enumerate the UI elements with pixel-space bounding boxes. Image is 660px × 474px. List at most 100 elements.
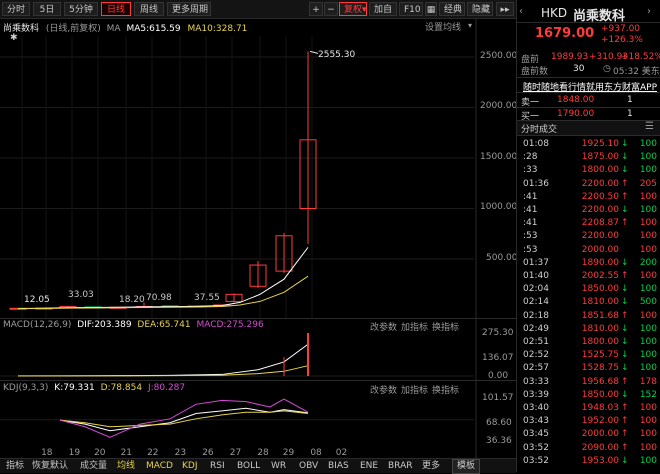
trade-time: :28 xyxy=(523,152,538,163)
period-tab-more[interactable]: 更多周期 xyxy=(167,2,211,16)
price-label-low: 12.05 xyxy=(24,295,50,305)
trade-row: 01:37 1890.00 ↓ 200 xyxy=(521,257,657,270)
trade-row: 02:51 1800.00 ↓ 100 xyxy=(521,336,657,349)
kdj-add-indicator-link[interactable]: 加指标 xyxy=(401,383,428,396)
divider xyxy=(517,22,660,23)
trade-time: 03:52 xyxy=(523,455,549,466)
period-tab-weekly[interactable]: 周线 xyxy=(134,2,164,16)
trade-time: 03:43 xyxy=(523,416,549,427)
trade-time: 03:33 xyxy=(523,376,549,387)
trade-row: 01:08 1925.10 ↓ 100 xyxy=(521,138,657,151)
trade-time: 03:39 xyxy=(523,389,549,400)
wr-tab[interactable]: WR xyxy=(271,460,286,472)
trade-volume: 100 xyxy=(639,205,657,215)
trade-volume: 100 xyxy=(639,429,657,440)
trade-volume: 100 xyxy=(639,363,657,374)
back-chevron-icon[interactable]: ‹ xyxy=(519,6,523,17)
collapse-icon[interactable]: ▸▸ xyxy=(496,2,514,16)
indicator-bar: 指标 恢复默认 成交量 均线 MACD KDJ RSI BOLL WR OBV … xyxy=(0,458,516,474)
add-watch-button[interactable]: 加自 xyxy=(369,2,397,16)
classic-button[interactable]: 经典 xyxy=(439,2,465,16)
kdj-y-tick: 101.57 xyxy=(482,393,514,403)
grid-icon[interactable]: ▦ xyxy=(425,2,437,16)
trade-time: 01:36 xyxy=(523,178,549,189)
zoom-in-button[interactable]: + xyxy=(309,2,323,16)
macd-edit-params-link[interactable]: 改参数 xyxy=(370,320,397,333)
f10-button[interactable]: F10 xyxy=(399,2,423,16)
macd-add-indicator-link[interactable]: 加指标 xyxy=(401,320,428,333)
obv-tab[interactable]: OBV xyxy=(299,460,318,472)
kdj-y-tick: 36.36 xyxy=(486,436,512,446)
trade-price: 1925.10 xyxy=(581,139,619,149)
trade-row: 01:36 2200.00 ↑ 205 xyxy=(521,178,657,191)
last-price: 1679.00 xyxy=(535,26,595,41)
trade-row: 01:40 2002.55 ↑ 100 xyxy=(521,270,657,283)
trade-volume: 100 xyxy=(639,442,657,453)
kdj-edit-params-link[interactable]: 改参数 xyxy=(370,383,397,396)
period-toolbar: 分时 5日 5分钟 日线 周线 更多周期 + − 复权▾ 加自 F10 ▦ 经典… xyxy=(0,0,516,19)
adjust-dropdown[interactable]: 复权▾ xyxy=(339,2,367,16)
trade-price: 2200.00 xyxy=(581,178,619,189)
price-label: 33.03 xyxy=(68,290,94,300)
max-price-label: 2555.30 xyxy=(318,50,356,60)
trade-price: 1850.00 xyxy=(581,284,619,295)
restore-default-tab[interactable]: 恢复默认 xyxy=(32,460,68,472)
trade-row: 03:52 1953.00 ↓ 100 xyxy=(521,455,657,468)
x-tick: 26 xyxy=(202,448,214,458)
kdj-switch-indicator-link[interactable]: 换指标 xyxy=(432,383,459,396)
trade-row: 03:33 1956.68 ↑ 178 xyxy=(521,376,657,389)
panel-divider xyxy=(0,318,516,319)
trade-volume: 152 xyxy=(639,389,657,400)
period-tab-5min[interactable]: 5分钟 xyxy=(64,2,98,16)
bid1-volume: 1 xyxy=(627,109,633,119)
period-tab-5day[interactable]: 5日 xyxy=(33,2,61,16)
trade-volume: 100 xyxy=(639,271,657,281)
ene-tab[interactable]: ENE xyxy=(360,460,378,472)
trade-row: :53 2000.00 100 xyxy=(521,244,657,257)
k-value: K:79.331 xyxy=(54,383,95,393)
trade-time: 03:45 xyxy=(523,429,549,440)
macd-tab[interactable]: MACD xyxy=(146,460,173,472)
volume-tab[interactable]: 成交量 xyxy=(80,460,107,472)
trade-price: 1850.00 xyxy=(581,389,619,400)
divider xyxy=(517,77,660,78)
x-tick: 02 xyxy=(335,448,348,458)
trade-price: 1810.00 xyxy=(581,297,619,308)
zoom-out-button[interactable]: − xyxy=(324,2,338,16)
hide-button[interactable]: 隐藏 xyxy=(467,2,493,16)
trade-price: 1800.00 xyxy=(581,337,619,347)
bias-tab[interactable]: BIAS xyxy=(328,460,349,472)
list-menu-icon[interactable]: ☰ xyxy=(645,121,654,132)
dea-line xyxy=(17,365,309,377)
period-tab-intraday[interactable]: 分时 xyxy=(2,2,30,16)
macd-switch-indicator-link[interactable]: 换指标 xyxy=(432,320,459,333)
rsi-tab[interactable]: RSI xyxy=(210,460,225,472)
trade-volume: 100 xyxy=(639,337,657,347)
trade-volume: 100 xyxy=(639,350,657,361)
quote-panel: HKD 尚乘数科 ‹ › 1679.00 +937.00 +126.3% 盘前 … xyxy=(516,0,660,472)
trade-price: 1875.00 xyxy=(581,152,619,163)
x-tick: 28 xyxy=(257,448,269,458)
forward-chevron-icon[interactable]: › xyxy=(647,6,651,17)
trade-volume: 205 xyxy=(639,178,657,189)
brar-tab[interactable]: BRAR xyxy=(388,460,412,472)
trade-price: 1800.00 xyxy=(581,165,619,176)
trade-row: 03:45 2000.00 ↑ 100 xyxy=(521,428,657,441)
trade-volume: 100 xyxy=(639,139,657,149)
more-tab[interactable]: 更多 xyxy=(422,460,440,472)
trade-price: 2002.55 xyxy=(581,271,619,281)
trade-time: 01:40 xyxy=(523,271,549,281)
premarket-count: 30 xyxy=(573,64,585,74)
period-tab-daily[interactable]: 日线 xyxy=(101,2,131,16)
x-tick: 18 xyxy=(41,448,53,458)
ma-tab[interactable]: 均线 xyxy=(117,460,135,472)
y-tick-2500: 2500.00 xyxy=(480,51,518,61)
boll-tab[interactable]: BOLL xyxy=(237,460,260,472)
trade-time: 02:57 xyxy=(523,363,549,374)
kdj-y-tick: 68.60 xyxy=(486,418,512,428)
x-tick: 27 xyxy=(229,448,242,458)
indicator-tab[interactable]: 指标 xyxy=(6,460,24,472)
y-tick-1500: 1500.00 xyxy=(480,152,518,162)
kdj-tab[interactable]: KDJ xyxy=(182,460,198,472)
trade-time: 02:04 xyxy=(523,284,549,295)
